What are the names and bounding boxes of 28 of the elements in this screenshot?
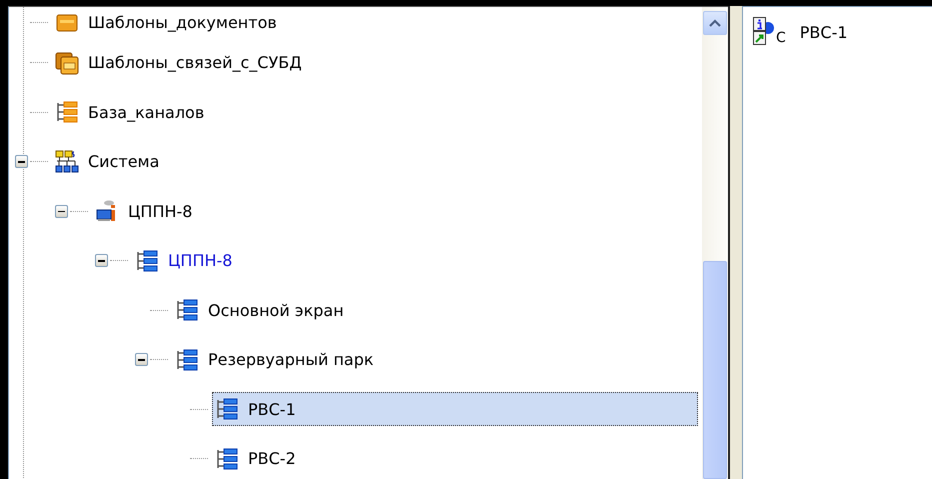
list-item[interactable]: C РВС-1 (753, 17, 848, 45)
tree-list-icon (175, 348, 199, 372)
box-stack-icon (55, 50, 79, 75)
tree-list-icon (215, 446, 239, 471)
collapse-button[interactable] (95, 254, 108, 268)
tree-list-icon (135, 248, 159, 273)
tree-item[interactable]: Шаблоны_связей_с_СУБД (52, 46, 309, 80)
tree-item[interactable]: Система (52, 144, 166, 179)
tree-list-icon (175, 298, 199, 322)
scrollbar-thumb[interactable] (703, 261, 727, 479)
tree-item[interactable]: База_каналов (52, 95, 212, 130)
collapse-button[interactable] (135, 353, 148, 366)
chevron-up-icon (709, 19, 721, 27)
scroll-up-button[interactable] (703, 11, 727, 35)
tree-item[interactable]: ЦППН-8 (132, 244, 240, 278)
tree-list-icon (55, 100, 79, 124)
info-shortcut-icon (753, 17, 775, 45)
collapse-button[interactable] (15, 155, 28, 168)
collapse-button[interactable] (55, 204, 68, 218)
tree-item[interactable]: РВС-1 (212, 392, 698, 426)
tree-item[interactable]: Основной экран (172, 293, 351, 328)
tree-item[interactable]: РВС-2 (212, 442, 303, 476)
icon-letter: C (776, 31, 786, 45)
tree-item[interactable]: ЦППН-8 (92, 194, 200, 228)
tree-list-icon (215, 397, 239, 422)
network-icon (55, 150, 79, 174)
tree-item[interactable]: Шаблоны_документов (52, 7, 284, 40)
tree-item[interactable]: Резервуарный парк (172, 342, 381, 377)
